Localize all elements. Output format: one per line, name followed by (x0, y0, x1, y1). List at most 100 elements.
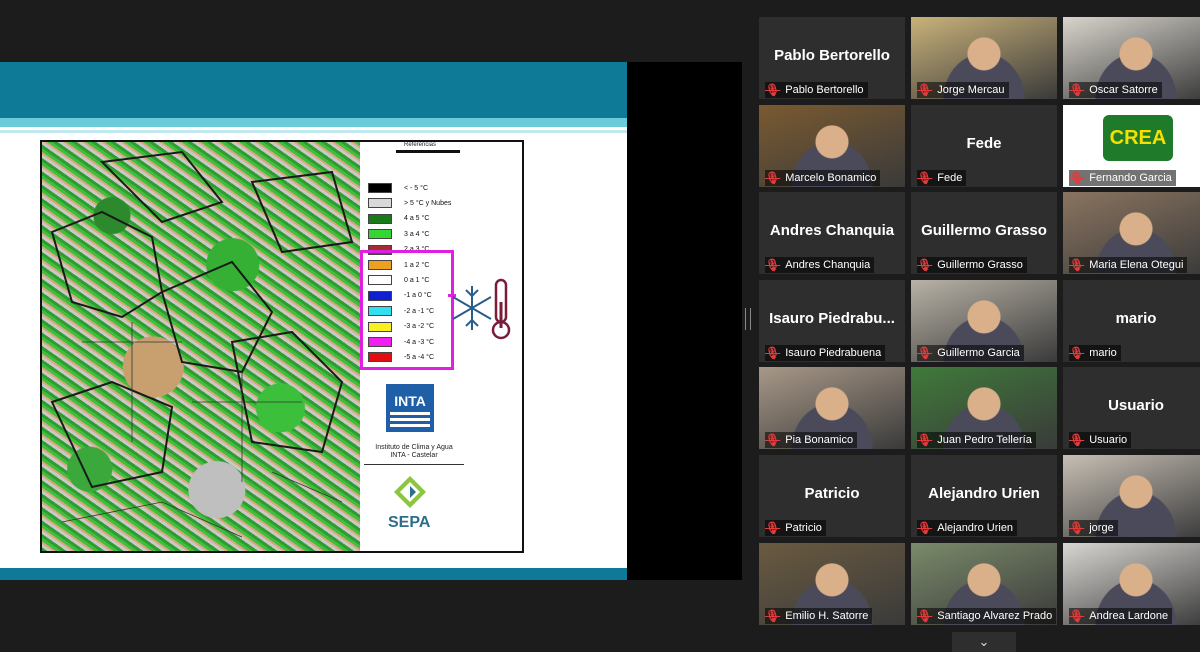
participant-caption: 🎙 Marcelo Bonamico (765, 170, 881, 186)
participant-tile[interactable]: Andres Chanquia 🎙 Andres Chanquia (759, 192, 905, 274)
map-legend: Referencias < - 5 °C > 5 °C y Nubes 4 a 5 … (360, 142, 520, 551)
inta-logo: INTA (386, 384, 434, 432)
participant-tile[interactable]: 🎙 Juan Pedro Tellería (911, 367, 1057, 449)
muted-mic-icon: 🎙 (765, 171, 781, 185)
slide-footer-band (0, 568, 627, 580)
muted-mic-icon: 🎙 (917, 171, 933, 185)
participant-tile[interactable]: Pablo Bertorello 🎙 Pablo Bertorello (759, 17, 905, 99)
slide-header-band (0, 62, 627, 118)
caption-rule (364, 464, 464, 465)
participant-caption: 🎙 Patricio (765, 520, 826, 536)
participant-name: mario (1089, 347, 1117, 359)
muted-mic-icon: 🎙 (765, 433, 781, 447)
participant-caption: 🎙 Fede (917, 170, 967, 186)
muted-mic-icon: 🎙 (765, 521, 781, 535)
participant-name: Juan Pedro Tellería (937, 434, 1032, 446)
participant-tile[interactable]: 🎙 Emilio H. Satorre (759, 543, 905, 625)
participant-caption: 🎙 Andres Chanquia (765, 257, 875, 273)
legend-swatch (368, 213, 392, 224)
participant-name: Alejandro Urien (937, 522, 1014, 534)
participant-tile[interactable]: 🎙 Guillermo Garcia (911, 280, 1057, 362)
participant-caption: 🎙 mario (1069, 345, 1121, 361)
participant-tile[interactable]: 🎙 Oscar Satorre (1063, 17, 1200, 99)
participant-tile[interactable]: mario 🎙 mario (1063, 280, 1200, 362)
crea-logo: CREA (1103, 115, 1173, 161)
muted-mic-icon: 🎙 (765, 346, 781, 360)
frost-map-figure: Referencias < - 5 °C > 5 °C y Nubes 4 a 5 … (40, 140, 524, 553)
muted-mic-icon: 🎙 (1069, 258, 1085, 272)
participant-caption: 🎙 Alejandro Urien (917, 520, 1018, 536)
participant-caption: 🎙 Guillermo Grasso (917, 257, 1027, 273)
participant-caption: 🎙 Santiago Alvarez Prado (917, 608, 1057, 624)
muted-mic-icon: 🎙 (1069, 171, 1085, 185)
participant-name: Fernando Garcia (1089, 172, 1172, 184)
participant-name: Santiago Alvarez Prado (937, 610, 1053, 622)
presentation-slide: Referencias < - 5 °C > 5 °C y Nubes 4 a 5 … (0, 62, 627, 580)
participant-name: Guillermo Grasso (937, 259, 1023, 271)
participant-caption: 🎙 jorge (1069, 520, 1118, 536)
participant-caption: 🎙 Fernando Garcia (1069, 170, 1176, 186)
participant-caption: 🎙 Pia Bonamico (765, 432, 858, 448)
muted-mic-icon: 🎙 (1069, 83, 1085, 97)
participant-name: Oscar Satorre (1089, 84, 1158, 96)
participant-tile[interactable]: Alejandro Urien 🎙 Alejandro Urien (911, 455, 1057, 537)
participant-name-display: Fede (966, 135, 1002, 152)
participant-name: Andrea Lardone (1089, 610, 1169, 622)
muted-mic-icon: 🎙 (917, 609, 933, 623)
participant-caption: 🎙 Jorge Mercau (917, 82, 1009, 98)
participant-name: Fede (937, 172, 963, 184)
gallery-scroll-down-button[interactable]: ⌄ (952, 632, 1016, 652)
participant-name-display: Isauro Piedrabu... (769, 310, 895, 327)
participant-name-display: Pablo Bertorello (774, 47, 890, 64)
participant-name: Andres Chanquia (785, 259, 871, 271)
participant-caption: 🎙 Pablo Bertorello (765, 82, 868, 98)
legend-swatch (368, 183, 392, 193)
participant-tile[interactable]: Guillermo Grasso 🎙 Guillermo Grasso (911, 192, 1057, 274)
participant-tile[interactable]: 🎙 Santiago Alvarez Prado (911, 543, 1057, 625)
participant-name: Usuario (1089, 434, 1128, 446)
legend-item: 3 a 4 °C (368, 228, 429, 240)
participant-name: Pia Bonamico (785, 434, 854, 446)
sepa-logo (394, 476, 426, 508)
inta-logo-text: INTA (394, 393, 426, 409)
muted-mic-icon: 🎙 (917, 258, 933, 272)
participant-tile[interactable]: Isauro Piedrabu... 🎙 Isauro Piedrabuena (759, 280, 905, 362)
participant-name-display: Guillermo Grasso (921, 222, 1047, 239)
participant-caption: 🎙 Oscar Satorre (1069, 82, 1162, 98)
muted-mic-icon: 🎙 (1069, 433, 1085, 447)
inta-caption-line1: Instituto de Clima y Agua (375, 444, 453, 451)
chevron-down-icon: ⌄ (978, 634, 990, 649)
frost-range-highlight (360, 250, 454, 370)
participant-tile[interactable]: 🎙 Pia Bonamico (759, 367, 905, 449)
legend-label: 3 a 4 °C (404, 230, 430, 238)
participant-caption: 🎙 Guillermo Garcia (917, 345, 1024, 361)
legend-title: Referencias (404, 142, 437, 148)
panel-resize-handle[interactable] (745, 308, 751, 330)
legend-label: < - 5 °C (404, 184, 429, 192)
participant-tile[interactable]: 🎙 Marcelo Bonamico (759, 105, 905, 187)
participant-name-display: mario (1115, 310, 1157, 327)
muted-mic-icon: 🎙 (917, 433, 933, 447)
participant-tile[interactable]: 🎙 Maria Elena Otegui (1063, 192, 1200, 274)
participant-name-display: Andres Chanquia (769, 222, 895, 239)
muted-mic-icon: 🎙 (765, 83, 781, 97)
participant-name: Pablo Bertorello (785, 84, 864, 96)
participant-tile[interactable]: Patricio 🎙 Patricio (759, 455, 905, 537)
map-boundaries (50, 150, 354, 538)
participant-tile[interactable]: 🎙 Jorge Mercau (911, 17, 1057, 99)
participant-name-display: Alejandro Urien (928, 485, 1040, 502)
participant-tile[interactable]: 🎙 jorge (1063, 455, 1200, 537)
legend-item: > 5 °C y Nubes (368, 197, 451, 209)
muted-mic-icon: 🎙 (917, 521, 933, 535)
participant-tile[interactable]: Usuario 🎙 Usuario (1063, 367, 1200, 449)
participant-name-display: Patricio (804, 485, 860, 502)
legend-label: 4 a 5 °C (404, 215, 430, 223)
satellite-temperature-map (42, 142, 360, 551)
participant-name: Maria Elena Otegui (1089, 259, 1184, 271)
participant-caption: 🎙 Maria Elena Otegui (1069, 257, 1188, 273)
participant-tile[interactable]: Fede 🎙 Fede (911, 105, 1057, 187)
muted-mic-icon: 🎙 (1069, 346, 1085, 360)
participant-name: Guillermo Garcia (937, 347, 1020, 359)
participant-tile[interactable]: 🎙 Andrea Lardone (1063, 543, 1200, 625)
participant-tile[interactable]: CREA 🎙 Fernando Garcia (1063, 105, 1200, 187)
